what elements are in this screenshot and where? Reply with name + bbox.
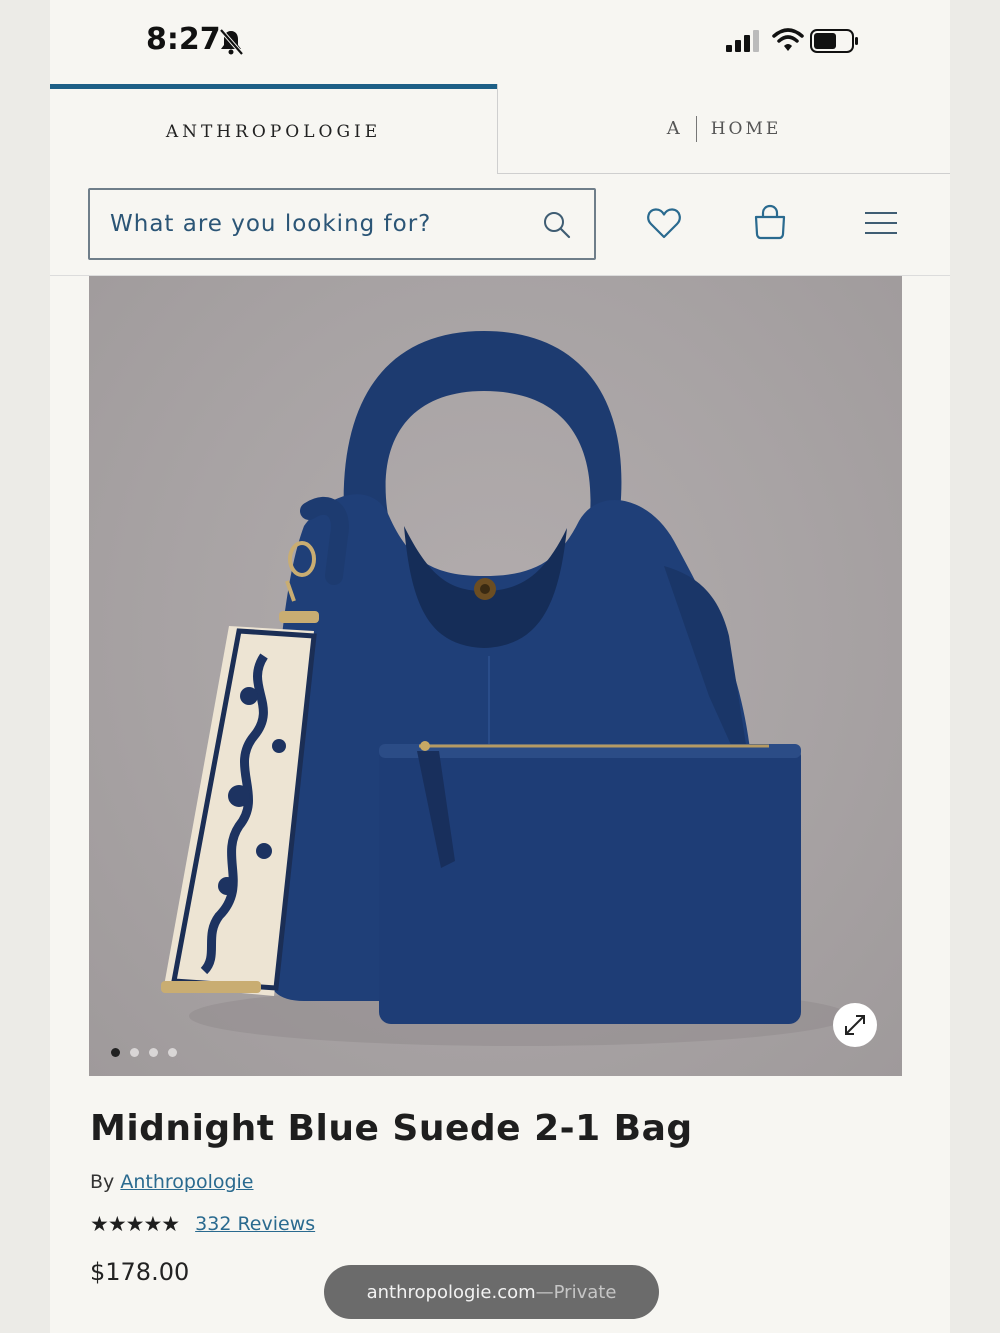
tab-anthropologie-home[interactable]: A HOME xyxy=(497,84,950,174)
search-icon[interactable] xyxy=(542,210,572,240)
carousel-dot-1[interactable] xyxy=(111,1048,120,1057)
status-bar: 8:27 xyxy=(50,0,950,84)
product-brand-line: By Anthropologie xyxy=(90,1171,254,1193)
carousel-dot-3[interactable] xyxy=(149,1048,158,1057)
carousel-dot-4[interactable] xyxy=(168,1048,177,1057)
tab-anthropologie[interactable]: ANTHROPOLOGIE xyxy=(50,84,497,174)
browser-domain: anthropologie.com xyxy=(366,1281,536,1303)
hamburger-menu-icon[interactable] xyxy=(864,210,898,236)
home-logo-divider xyxy=(695,115,697,142)
browser-address-pill[interactable]: anthropologie.com — Private xyxy=(324,1265,659,1319)
brand-tabs: ANTHROPOLOGIE A HOME xyxy=(50,84,950,174)
product-image[interactable] xyxy=(89,276,902,1076)
browser-private-label: Private xyxy=(553,1281,617,1303)
reviews-link[interactable]: 332 Reviews xyxy=(195,1213,315,1235)
battery-icon xyxy=(810,29,858,53)
background-left xyxy=(0,0,50,1333)
product-title: Midnight Blue Suede 2-1 Bag xyxy=(90,1108,693,1149)
carousel-dot-2[interactable] xyxy=(130,1048,139,1057)
search-input[interactable] xyxy=(110,190,530,258)
shopping-bag-icon[interactable] xyxy=(752,204,788,240)
tab-anthropologie-label: ANTHROPOLOGIE xyxy=(165,121,382,142)
bell-muted-icon xyxy=(219,28,244,56)
product-price: $178.00 xyxy=(90,1258,190,1286)
home-logo-mark: A xyxy=(666,118,682,139)
brand-link[interactable]: Anthropologie xyxy=(120,1171,253,1193)
rating-stars: ★★★★★ xyxy=(90,1212,180,1236)
rating-row: ★★★★★ 332 Reviews xyxy=(90,1212,315,1236)
expand-icon xyxy=(845,1015,865,1035)
background-right xyxy=(950,0,1000,1333)
tab-home-label: HOME xyxy=(710,118,782,139)
browser-separator: — xyxy=(535,1281,554,1303)
search-box[interactable] xyxy=(88,188,596,260)
expand-image-button[interactable] xyxy=(833,1003,877,1047)
by-label: By xyxy=(90,1171,115,1193)
wifi-icon xyxy=(772,28,804,51)
phone-screen: 8:27 ANTHROPOLOGIE A HOME What are you l… xyxy=(50,0,950,1333)
bag-illustration xyxy=(161,331,849,1046)
carousel-dots xyxy=(111,1048,177,1057)
header-toolbar xyxy=(50,174,950,276)
status-time: 8:27 xyxy=(146,22,221,57)
cellular-signal-icon xyxy=(726,30,759,52)
heart-icon[interactable] xyxy=(646,206,682,240)
